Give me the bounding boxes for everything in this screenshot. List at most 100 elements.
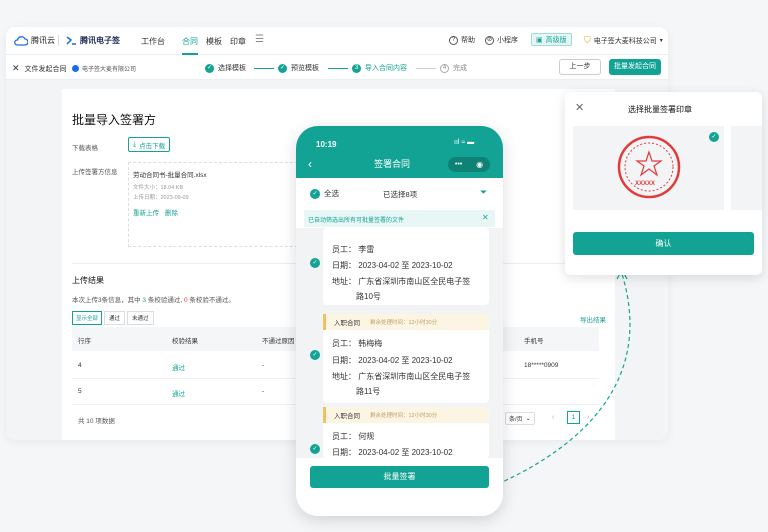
summary-text: 本次上传3条信息，其中 <box>72 297 143 304</box>
tab-pass[interactable]: 通过 <box>104 311 126 325</box>
capsule-menu[interactable]: ••• ◉ <box>448 157 490 172</box>
seal-option[interactable] <box>731 126 762 210</box>
check-circle-icon[interactable]: ✓ <box>310 444 320 454</box>
help-label: 帮助 <box>461 37 475 44</box>
check-circle-icon: ✓ <box>205 63 214 73</box>
brand-logo-text: 腾讯云 <box>31 36 55 45</box>
menu-icon[interactable]: ☰ <box>255 34 264 45</box>
select-all[interactable]: ✓ 全选 <box>310 188 339 199</box>
selected-count: 已选择8项 <box>383 190 418 199</box>
step-1-label: 选择模板 <box>218 65 246 72</box>
step-4-label: 完成 <box>453 65 467 72</box>
signal-wifi-battery-icon: ııl ≈ ▬ <box>454 139 475 146</box>
summary-text: 条校验通过, <box>146 297 184 304</box>
header-row-no: 行序 <box>78 338 91 345</box>
diamond-icon: ▣ <box>536 36 543 44</box>
upload-label: 上传签署方信息 <box>72 169 118 176</box>
upload-area[interactable]: 劳动合同书-批量合同.xlsx 文件大小：18.04 KB 上传日期：2023-… <box>128 162 308 247</box>
download-icon: ⤓ <box>133 140 137 148</box>
close-icon[interactable]: ✕ <box>575 101 584 114</box>
date-value: 2023-04-02 至 2023-10-02 <box>358 261 453 270</box>
date-line: 日期： 2023-04-02 至 2023-10-02 <box>332 258 453 273</box>
notice-bar: 已自动筛选出所有可批量签署的文件 ✕ <box>304 210 495 227</box>
address-key: 地址： <box>332 372 356 381</box>
employee-line: 员工： 何规 <box>332 429 374 444</box>
panel-title: 选择批量签署印章 <box>628 105 692 114</box>
company-name: 电子签大麦科技公司 <box>593 37 657 45</box>
step-2: ✓ 预览模板 <box>278 63 319 73</box>
reupload-link[interactable]: 重新上传 <box>133 207 159 217</box>
prev-button[interactable]: 上一步 <box>559 59 601 75</box>
remaining-time: 剩余处理时间：12小时30分 <box>370 413 438 419</box>
employee-key: 员工： <box>332 432 356 441</box>
mobile-phone: 10:19 ııl ≈ ▬ ‹ 签署合同 ••• ◉ ✓ 全选 已选择8项 ⏷ … <box>296 126 503 516</box>
contract-type: 入职合同 <box>334 413 360 420</box>
total-count: 共 10 项数据 <box>78 418 115 425</box>
check-circle-icon[interactable]: ✓ <box>310 350 320 360</box>
seal-option[interactable]: XXXXX ✓ <box>573 126 724 210</box>
phone-title: 签署合同 <box>374 159 411 169</box>
summary-text: 条校验不通过。 <box>187 297 235 304</box>
help-icon: ? <box>449 35 458 45</box>
divider <box>58 35 59 46</box>
result-filter-tabs: 显示全部 通过 未通过 <box>72 311 154 325</box>
date-key: 日期： <box>332 448 356 457</box>
help-link[interactable]: ? 帮助 <box>449 35 475 45</box>
more-dots-icon: ••• <box>454 161 463 168</box>
step-bar: ✕ 文件发起合同 电子签大麦有限公司 ✓ 选择模板 ✓ 预览模板 3 导入合同内容 4… <box>6 55 668 80</box>
date-key: 日期： <box>332 356 356 365</box>
back-label: 文件发起合同 <box>24 65 67 73</box>
nav-workbench[interactable]: 工作台 <box>141 36 165 47</box>
company-switcher[interactable]: ⛉ 电子签大麦科技公司 ▾ <box>584 35 663 46</box>
address-value: 广东省深圳市南山区全民电子签 <box>358 372 471 381</box>
contract-type: 入职合同 <box>334 320 360 327</box>
employee-line: 员工： 韩梅梅 <box>332 336 382 351</box>
step-connector <box>328 68 348 69</box>
nav-template[interactable]: 模板 <box>206 36 222 47</box>
connector-arrow <box>497 268 631 485</box>
seal-select-panel: ✕ 选择批量签署印章 XXXXX ✓ 确认 <box>565 92 762 275</box>
contract-tag: 入职合同 剩余处理时间：12小时30分 <box>323 314 489 330</box>
step-2-label: 预览模板 <box>291 65 319 72</box>
address-key: 地址： <box>332 277 356 286</box>
back-button[interactable]: ✕ 文件发起合同 <box>12 63 67 74</box>
contract-card[interactable]: 入职合同 剩余处理时间：12小时30分 员工： 何规 日期： 2023-04-02… <box>323 407 489 459</box>
tab-all[interactable]: 显示全部 <box>72 311 103 325</box>
product-logo[interactable]: 腾讯电子签 <box>66 35 120 46</box>
address-value: 广东省深圳市南山区全民电子签 <box>358 277 471 286</box>
mini-program-link[interactable]: ⊘ 小程序 <box>485 35 518 45</box>
launch-button[interactable]: 批量发起合同 <box>609 59 661 75</box>
sender-company: 电子签大麦有限公司 <box>72 64 136 73</box>
nav-seal[interactable]: 印章 <box>230 36 246 47</box>
status-time: 10:19 <box>316 140 337 149</box>
contract-card[interactable]: 员工： 李雷 日期： 2023-04-02 至 2023-10-02 地址： 广… <box>323 228 489 305</box>
cell-row-no: 4 <box>78 362 82 369</box>
check-circle-icon[interactable]: ✓ <box>310 258 320 268</box>
nav-contract[interactable]: 合同 <box>182 36 198 47</box>
close-icon[interactable]: ✕ <box>482 213 489 222</box>
step-connector <box>254 68 274 69</box>
check-circle-icon: ✓ <box>278 63 287 73</box>
employee-value: 何规 <box>358 432 375 441</box>
result-title: 上传结果 <box>72 276 104 285</box>
header-status: 校验结果 <box>172 338 198 345</box>
date-key: 日期： <box>332 261 356 270</box>
page-title: 批量导入签署方 <box>72 113 157 127</box>
check-circle-icon: ✓ <box>709 132 719 142</box>
result-summary: 本次上传3条信息，其中 3 条校验通过, 0 条校验不通过。 <box>72 294 235 304</box>
tab-fail[interactable]: 未通过 <box>127 311 154 325</box>
date-value: 2023-04-02 至 2023-10-02 <box>358 448 453 457</box>
step-3-number: 3 <box>352 63 361 73</box>
confirm-button[interactable]: 确认 <box>573 232 754 255</box>
tencent-cloud-logo[interactable]: 腾讯云 <box>14 35 55 46</box>
step-1: ✓ 选择模板 <box>205 63 246 73</box>
download-button[interactable]: ⤓ 点击下载 <box>128 137 171 152</box>
delete-link[interactable]: 删除 <box>165 207 178 217</box>
back-chevron-icon[interactable]: ‹ <box>308 157 312 171</box>
cell-reason: - <box>262 362 265 369</box>
file-size: 文件大小：18.04 KB <box>133 185 184 191</box>
batch-sign-button[interactable]: 批量签署 <box>310 466 489 488</box>
pro-badge[interactable]: ▣ 高级版 <box>531 33 572 46</box>
contract-card[interactable]: 入职合同 剩余处理时间：12小时30分 员工： 韩梅梅 日期： 2023-04-0… <box>323 314 489 403</box>
filter-icon[interactable]: ⏷ <box>480 187 487 198</box>
